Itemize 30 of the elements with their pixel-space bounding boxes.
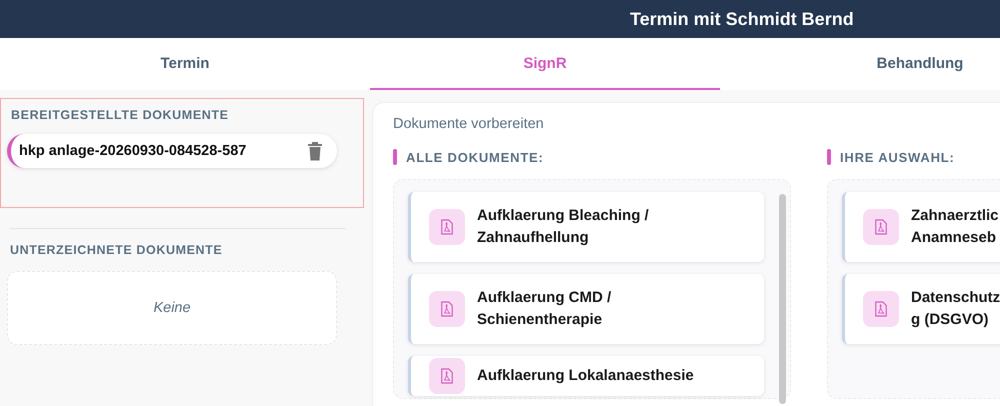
- pdf-icon: [863, 209, 899, 245]
- section-heading: UNTERZEICHNETE DOKUMENTE: [10, 243, 224, 257]
- document-card[interactable]: Aufklaerung Bleaching / Zahnaufhellung: [408, 192, 764, 262]
- document-name: hkp anlage-20260930-084528-587: [19, 143, 246, 159]
- section-heading: BEREITGESTELLTE DOKUMENTE: [11, 108, 230, 122]
- document-title: Aufklaerung Bleaching / Zahnaufhellung: [477, 206, 649, 248]
- empty-text: Keine: [153, 300, 191, 316]
- tab[interactable]: Termin: [0, 38, 370, 90]
- column-heading: ALLE DOKUMENTE:: [406, 150, 544, 164]
- document-card[interactable]: Aufklaerung CMD / Schienentherapie: [408, 274, 764, 344]
- card-title: Dokumente vorbereiten: [393, 116, 545, 132]
- document-card[interactable]: Aufklaerung Lokalanaesthesie: [408, 356, 764, 396]
- accent-bar: [827, 149, 831, 165]
- pdf-icon: [429, 209, 465, 245]
- column-heading: IHRE AUSWAHL:: [840, 150, 955, 164]
- document-title: Aufklaerung Lokalanaesthesie: [477, 366, 694, 386]
- document-card[interactable]: Zahnaerztlic Anamneseb: [842, 192, 1000, 262]
- pdf-icon: [863, 291, 899, 327]
- document-title: Datenschutz g (DSGVO): [911, 288, 1000, 330]
- document-chip[interactable]: hkp anlage-20260930-084528-587: [7, 134, 337, 168]
- scrollbar[interactable]: [779, 194, 786, 404]
- trash-icon[interactable]: [307, 141, 323, 161]
- document-title: Zahnaerztlic Anamneseb: [911, 206, 999, 248]
- pdf-icon: [429, 291, 465, 327]
- accent-bar: [393, 149, 397, 165]
- document-card[interactable]: Datenschutz g (DSGVO): [842, 274, 1000, 344]
- window-title: Termin mit Schmidt Bernd: [630, 8, 854, 30]
- document-title: Aufklaerung CMD / Schienentherapie: [477, 288, 612, 330]
- tab[interactable]: Behandlung: [720, 38, 1000, 90]
- pdf-icon: [429, 358, 465, 394]
